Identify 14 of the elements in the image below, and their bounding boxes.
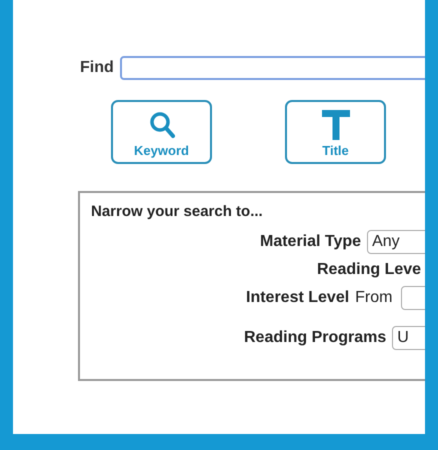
- select-field[interactable]: Any: [367, 230, 425, 254]
- search-icon: [148, 110, 174, 140]
- find-label: Find: [80, 58, 114, 78]
- field-label: Material Type: [260, 232, 362, 252]
- select-field[interactable]: U: [392, 326, 425, 350]
- find-field[interactable]: [120, 56, 425, 80]
- field-label: Interest Level: [246, 288, 350, 308]
- field-label: Reading Leve: [317, 260, 422, 280]
- letter-t-icon: [320, 108, 350, 140]
- panel-title: Narrow your search to...: [91, 202, 264, 222]
- field-label: Reading Programs: [244, 328, 386, 348]
- search-type-button[interactable]: Keyword: [111, 100, 212, 164]
- search-type-button[interactable]: Title: [285, 100, 386, 164]
- from-label: From: [355, 288, 392, 308]
